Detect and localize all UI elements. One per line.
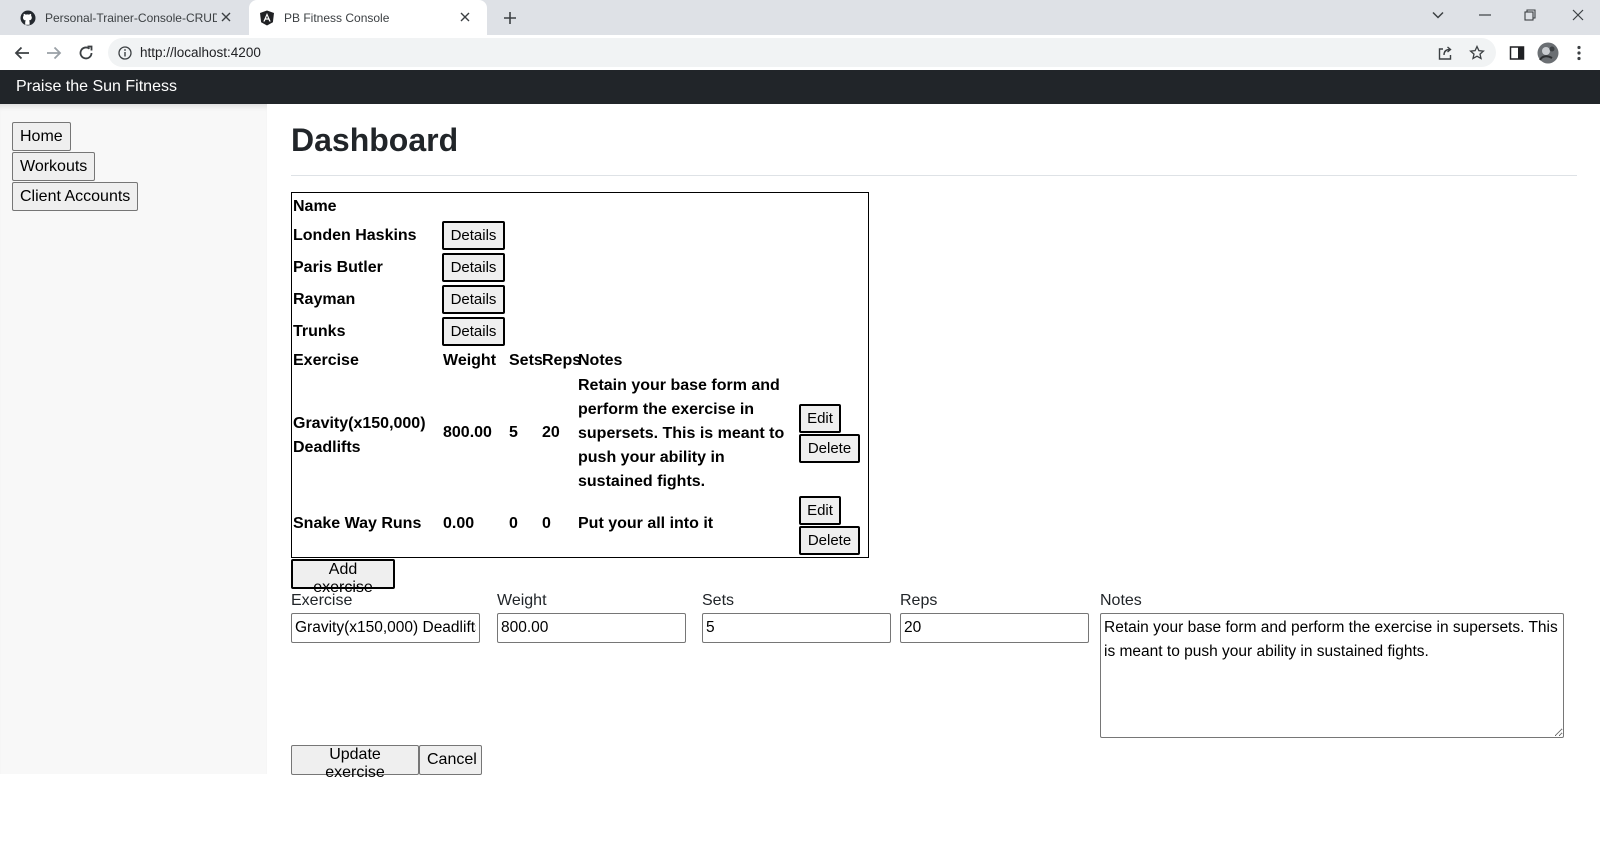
sets-header: Sets: [509, 352, 543, 369]
client-details-button[interactable]: Details: [442, 285, 505, 314]
brand-title[interactable]: Praise the Sun Fitness: [16, 78, 177, 96]
forward-arrow-icon[interactable]: [41, 40, 67, 66]
exercise-sets: 0: [509, 515, 518, 532]
notes-textarea[interactable]: Retain your base form and perform the ex…: [1100, 613, 1564, 738]
client-details-button[interactable]: Details: [442, 221, 505, 250]
bookmark-star-icon[interactable]: [1466, 42, 1488, 64]
notes-field-label: Notes: [1100, 592, 1142, 609]
tab-title: PB Fitness Console: [284, 10, 390, 25]
restore-icon[interactable]: [1508, 0, 1552, 30]
exercise-weight: 0.00: [443, 515, 475, 532]
clients-name-header: Name: [293, 198, 337, 215]
client-name: Rayman: [293, 291, 356, 308]
share-icon[interactable]: [1434, 42, 1456, 64]
browser-tab-github[interactable]: Personal-Trainer-Console-CRUD/: [8, 0, 248, 35]
delete-exercise-button[interactable]: Delete: [799, 434, 860, 463]
client-details-button[interactable]: Details: [442, 253, 505, 282]
page-title: Dashboard: [291, 122, 459, 158]
weight-field-label: Weight: [497, 592, 547, 609]
client-name: Londen Haskins: [293, 227, 417, 244]
exercise-field-label: Exercise: [291, 592, 353, 609]
new-tab-plus-icon[interactable]: [499, 7, 521, 29]
exercise-notes: Retain your base form and perform the ex…: [578, 377, 785, 490]
exercise-reps: 0: [542, 515, 551, 532]
browser-tab-strip: Personal-Trainer-Console-CRUD/ PB Fitnes…: [0, 0, 1600, 35]
dashboard-table: Name Londen Haskins Details Paris Butler…: [291, 192, 869, 558]
reps-input[interactable]: [900, 613, 1089, 643]
kebab-menu-icon[interactable]: [1568, 42, 1590, 64]
reps-field-label: Reps: [900, 592, 938, 609]
github-icon: [20, 10, 36, 26]
close-icon[interactable]: [218, 9, 234, 25]
exercise-name: Gravity(x150,000) Deadlifts: [293, 415, 426, 456]
minimize-icon[interactable]: [1463, 0, 1507, 30]
sidebar-item-home[interactable]: Home: [12, 122, 71, 151]
reps-header: Reps: [542, 352, 582, 369]
weight-header: Weight: [443, 352, 497, 369]
exercise-name-input[interactable]: [291, 613, 480, 643]
close-icon[interactable]: [457, 9, 473, 25]
exercise-weight: 800.00: [443, 424, 492, 441]
app-navbar: Praise the Sun Fitness: [0, 70, 1600, 104]
client-details-button[interactable]: Details: [442, 317, 505, 346]
weight-input[interactable]: [497, 613, 686, 643]
notes-header: Notes: [578, 352, 623, 369]
side-panel-icon[interactable]: [1506, 42, 1528, 64]
title-divider: [291, 175, 1577, 176]
exercise-notes: Put your all into it: [578, 515, 714, 532]
angular-icon: [259, 10, 275, 26]
exercise-sets: 5: [509, 424, 518, 441]
back-arrow-icon[interactable]: [9, 40, 35, 66]
url-text: http://localhost:4200: [140, 45, 261, 60]
sets-field-label: Sets: [702, 592, 735, 609]
reload-icon[interactable]: [73, 40, 99, 66]
cancel-button[interactable]: Cancel: [419, 745, 482, 775]
sidebar-item-client-accounts[interactable]: Client Accounts: [12, 182, 139, 211]
client-name: Trunks: [293, 323, 346, 340]
sidebar-item-workouts[interactable]: Workouts: [12, 152, 96, 181]
exercise-name: Snake Way Runs: [293, 515, 422, 532]
browser-tab-active[interactable]: PB Fitness Console: [249, 0, 487, 35]
delete-exercise-button[interactable]: Delete: [799, 526, 860, 555]
site-info-icon[interactable]: [117, 45, 133, 61]
client-name: Paris Butler: [293, 259, 383, 276]
add-exercise-button[interactable]: Add exercise: [291, 559, 395, 596]
tab-search-chevron-icon[interactable]: [1416, 0, 1460, 30]
sidebar: Home Workouts Client Accounts: [0, 104, 267, 774]
update-exercise-button[interactable]: Update exercise: [291, 745, 419, 781]
tab-title: Personal-Trainer-Console-CRUD/: [45, 10, 217, 25]
exercise-reps: 20: [542, 424, 560, 441]
sets-input[interactable]: [702, 613, 891, 643]
exercise-header: Exercise: [293, 352, 359, 369]
edit-exercise-button[interactable]: Edit: [799, 404, 841, 433]
edit-exercise-button[interactable]: Edit: [799, 496, 841, 525]
window-close-icon[interactable]: [1556, 0, 1600, 30]
profile-avatar-icon[interactable]: [1537, 42, 1559, 64]
browser-toolbar: http://localhost:4200: [0, 35, 1600, 70]
address-bar[interactable]: http://localhost:4200: [108, 38, 1496, 67]
